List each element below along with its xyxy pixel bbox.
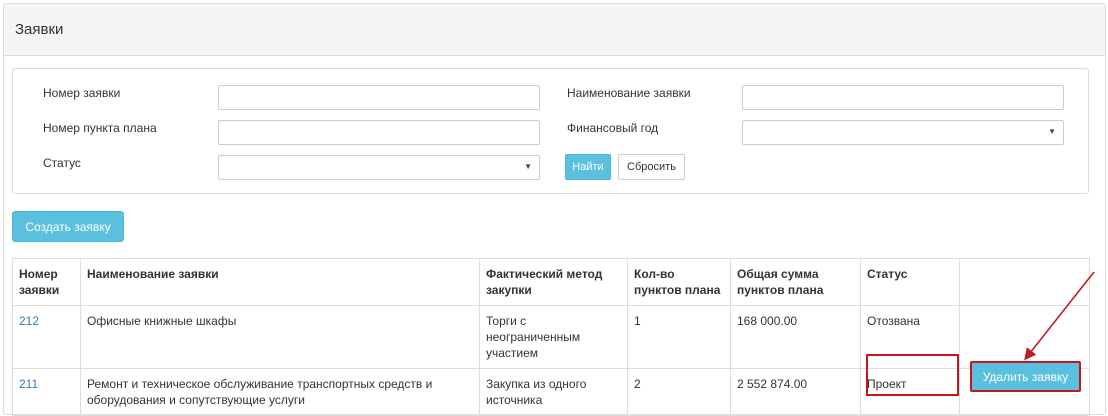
request-count: 2 bbox=[627, 368, 731, 416]
header-count: Кол-во пунктов плана bbox=[627, 258, 731, 306]
name-label: Наименование заявки bbox=[567, 86, 691, 100]
reset-button[interactable]: Сбросить bbox=[618, 154, 685, 180]
filter-form: Номер заявки Наименование заявки Номер п… bbox=[12, 68, 1089, 194]
find-button[interactable]: Найти bbox=[565, 154, 611, 180]
header-name: Наименование заявки bbox=[80, 258, 480, 306]
caret-down-icon: ▼ bbox=[1048, 127, 1056, 136]
status-highlight-box bbox=[866, 354, 959, 396]
number-input[interactable] bbox=[218, 85, 540, 110]
header-actions bbox=[959, 258, 1090, 306]
request-method: Закупка из одного источника bbox=[479, 368, 628, 416]
request-name: Офисные книжные шкафы bbox=[80, 305, 480, 369]
status-label: Статус bbox=[43, 156, 81, 170]
fin-year-select[interactable]: ▼ bbox=[742, 120, 1064, 145]
request-method: Торги с неограниченным участием bbox=[479, 305, 628, 369]
request-number-link[interactable]: 212 bbox=[19, 314, 39, 328]
fin-year-label: Финансовый год bbox=[567, 121, 659, 135]
panel-title: Заявки bbox=[4, 4, 1105, 56]
header-sum: Общая сумма пунктов плана bbox=[730, 258, 861, 306]
number-label: Номер заявки bbox=[43, 86, 121, 100]
request-actions bbox=[959, 305, 1090, 369]
request-name: Ремонт и техническое обслуживание трансп… bbox=[80, 368, 480, 416]
header-status: Статус bbox=[860, 258, 960, 306]
caret-down-icon: ▼ bbox=[524, 162, 532, 171]
create-request-button[interactable]: Создать заявку bbox=[12, 211, 124, 242]
name-input[interactable] bbox=[742, 85, 1064, 110]
header-method: Фактический метод закупки bbox=[479, 258, 628, 306]
request-sum: 2 552 874.00 bbox=[730, 368, 861, 416]
table-header-row: Номер заявки Наименование заявки Фактиче… bbox=[12, 258, 1090, 306]
delete-request-button[interactable]: Удалить заявку bbox=[970, 361, 1081, 392]
header-number: Номер заявки bbox=[12, 258, 81, 306]
request-sum: 168 000.00 bbox=[730, 305, 861, 369]
request-number-link[interactable]: 211 bbox=[19, 377, 38, 391]
status-select[interactable]: ▼ bbox=[218, 155, 540, 180]
plan-item-label: Номер пункта плана bbox=[43, 121, 157, 135]
plan-item-input[interactable] bbox=[218, 120, 540, 145]
request-count: 1 bbox=[627, 305, 731, 369]
